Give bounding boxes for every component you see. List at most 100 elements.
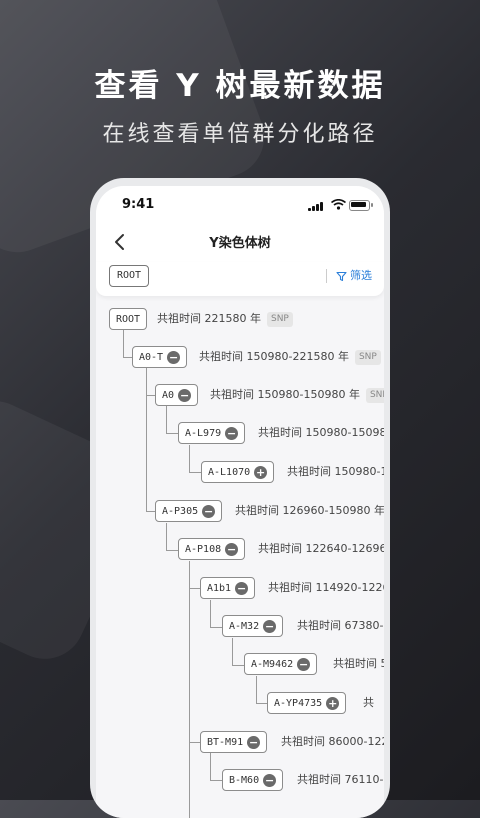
tree-node-info: 共祖时间 122640-126960 (258, 538, 384, 560)
hero-title: 查看 Y 树最新数据 (94, 68, 386, 104)
coalescence-time: 共祖时间 221580 年 (157, 312, 261, 325)
tree-node-a-p108[interactable]: A-P108 − (178, 538, 246, 560)
snp-badge[interactable]: SNP (266, 311, 293, 327)
tree-connector (210, 627, 222, 628)
tree-connector (146, 511, 155, 512)
phone-screen: 9:41 Y染色体树 ROOT 筛选 ROOT 共祖时间 221580 年 SN… (96, 186, 384, 818)
tree-node-b-m60[interactable]: B-M60 − (222, 769, 284, 791)
tree-node-info: 共祖时间 67380-1 (297, 615, 384, 637)
tree-node-label: ROOT (116, 313, 141, 325)
tree-node-info: 共祖时间 114920-12264 (268, 577, 384, 599)
tree-node-a1b1[interactable]: A1b1 − (200, 577, 256, 599)
tree-connector (210, 780, 222, 781)
tree-connector (210, 753, 211, 781)
filter-label: 筛选 (350, 269, 372, 282)
tree-node-root[interactable]: ROOT (109, 308, 148, 330)
tree-connector (146, 368, 147, 512)
tree-connector (189, 561, 190, 818)
tree-node-info: 共祖时间 150980-150980 (258, 422, 384, 444)
snp-badge[interactable]: SNP (365, 387, 384, 403)
signal-icon (308, 201, 326, 211)
filter-button[interactable]: 筛选 (336, 267, 372, 285)
tree-node-label: A-YP4735 (274, 697, 323, 709)
page-title: Y染色体树 (209, 236, 271, 251)
tree-connector (256, 676, 257, 704)
snp-badge[interactable]: SNP (354, 349, 381, 365)
tree-connector (189, 472, 201, 473)
tree-node-a0[interactable]: A0 − (155, 384, 199, 406)
tree-connector (232, 665, 244, 666)
coalescence-time: 共祖时间 150980-150980 (258, 426, 384, 439)
tree-node-label: A1b1 (207, 582, 232, 594)
expand-icon[interactable]: + (254, 465, 268, 479)
coalescence-time: 共祖时间 76110-8 (297, 773, 384, 786)
battery-tip (371, 203, 373, 207)
tree-node-a-l1070[interactable]: A-L1070 + (201, 461, 275, 483)
tree-connector (123, 330, 124, 358)
tree-node-a-yp4735[interactable]: A-YP4735 + (267, 692, 347, 714)
tree-connector (232, 638, 233, 666)
collapse-icon[interactable]: − (263, 773, 277, 787)
tree-node-info: 共 (363, 692, 374, 714)
tree-node-bt-m91[interactable]: BT-M91 − (200, 731, 268, 753)
collapse-icon[interactable]: − (247, 735, 261, 749)
tree-connector (210, 600, 211, 628)
coalescence-time: 共祖时间 114920-12264 (268, 581, 384, 594)
coalescence-time: 共祖时间 5 (333, 657, 384, 670)
collapse-icon[interactable]: − (235, 581, 249, 595)
collapse-icon[interactable]: − (225, 542, 239, 556)
coalescence-time: 共祖时间 86000-1226 (281, 735, 384, 748)
tree-node-a-m32[interactable]: A-M32 − (222, 615, 284, 637)
tree-node-label: A-M32 (229, 620, 260, 632)
collapse-icon[interactable]: − (263, 619, 277, 633)
tree-node-label: A0-T (139, 351, 164, 363)
tree-node-label: A-L1070 (208, 466, 251, 478)
collapse-icon[interactable]: − (178, 388, 192, 402)
tree-node-label: BT-M91 (207, 736, 244, 748)
tree-connector (189, 445, 190, 473)
tree-node-info: 共祖时间 221580 年 SNP (157, 308, 293, 330)
filter-divider (326, 269, 327, 283)
root-chip[interactable]: ROOT (109, 265, 150, 287)
tree-node-label: A-P108 (185, 543, 222, 555)
tree-connector (166, 523, 167, 551)
tree-node-a-p305[interactable]: A-P305 − (155, 500, 223, 522)
nav-bar: Y染色体树 (96, 222, 384, 262)
tree-node-info: 共祖时间 126960-150980 年 (235, 500, 384, 522)
tree-node-label: B-M60 (229, 774, 260, 786)
tree-node-a-l979[interactable]: A-L979 − (178, 422, 246, 444)
coalescence-time: 共 (363, 696, 374, 709)
tree-node-info: 共祖时间 150980-150980 年 SNP (210, 384, 384, 406)
tree-node-info: 共祖时间 5 (333, 653, 384, 675)
status-time: 9:41 (122, 197, 155, 212)
tree-node-info: 共祖时间 150980-221580 年 SNP (199, 346, 381, 368)
tree-connector (146, 395, 155, 396)
tree-node-label: A-L979 (185, 427, 222, 439)
coalescence-time: 共祖时间 150980-15 (287, 465, 384, 478)
tree-connector (166, 433, 178, 434)
coalescence-time: 共祖时间 150980-150980 年 (210, 388, 360, 401)
status-bar: 9:41 (96, 186, 384, 222)
tree-node-label: A0 (162, 389, 175, 401)
coalescence-time: 共祖时间 150980-221580 年 (199, 350, 349, 363)
coalescence-time: 共祖时间 122640-126960 (258, 542, 384, 555)
wifi-icon (331, 199, 346, 210)
tree-connector (166, 550, 178, 551)
tree-node-a0-t[interactable]: A0-T − (132, 346, 188, 368)
collapse-icon[interactable]: − (297, 657, 311, 671)
coalescence-time: 共祖时间 126960-150980 年 (235, 504, 384, 517)
collapse-icon[interactable]: − (225, 426, 239, 440)
collapse-icon[interactable]: − (202, 504, 216, 518)
tree-connector (123, 357, 132, 358)
funnel-icon (336, 271, 347, 281)
tree-connector (256, 703, 267, 704)
tree-node-a-m9462[interactable]: A-M9462 − (244, 653, 318, 675)
phone-frame: 9:41 Y染色体树 ROOT 筛选 ROOT 共祖时间 221580 年 SN… (90, 178, 390, 818)
tree-node-label: A-M9462 (251, 658, 294, 670)
expand-icon[interactable]: + (326, 696, 340, 710)
filter-bar: ROOT 筛选 (96, 262, 384, 296)
hero-subtitle: 在线查看单倍群分化路径 (102, 122, 378, 147)
battery-icon (349, 200, 370, 211)
collapse-icon[interactable]: − (167, 350, 181, 364)
tree-view: ROOT 共祖时间 221580 年 SNP A0-T − 共祖时间 15098… (96, 308, 384, 818)
